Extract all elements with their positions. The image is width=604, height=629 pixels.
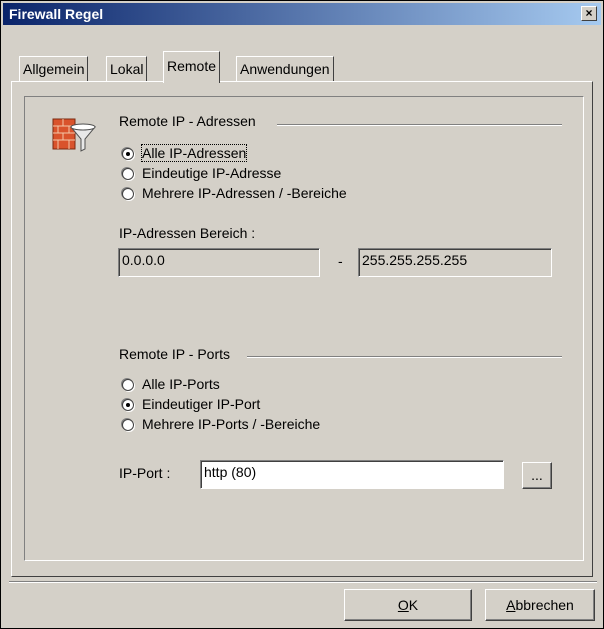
ok-mnemonic: O xyxy=(397,597,409,613)
ok-button[interactable]: OK xyxy=(344,589,472,621)
ok-label-rest: K xyxy=(408,597,419,613)
cancel-label-rest: bbrechen xyxy=(515,597,574,613)
tab-allgemein[interactable]: Allgemein xyxy=(19,56,89,82)
title-bar[interactable]: Firewall Regel × xyxy=(3,3,601,25)
close-icon[interactable]: × xyxy=(581,6,597,21)
button-separator xyxy=(9,581,597,583)
cancel-button[interactable]: Abbrechen xyxy=(485,589,595,621)
tab-lokal[interactable]: Lokal xyxy=(106,56,148,82)
firewall-rule-dialog: Firewall Regel × Allgemein Lokal Remote … xyxy=(0,0,604,629)
tab-anwendungen[interactable]: Anwendungen xyxy=(236,56,334,82)
window-title: Firewall Regel xyxy=(9,6,104,22)
tab-panel xyxy=(11,81,593,577)
tab-remote[interactable]: Remote xyxy=(163,51,221,83)
